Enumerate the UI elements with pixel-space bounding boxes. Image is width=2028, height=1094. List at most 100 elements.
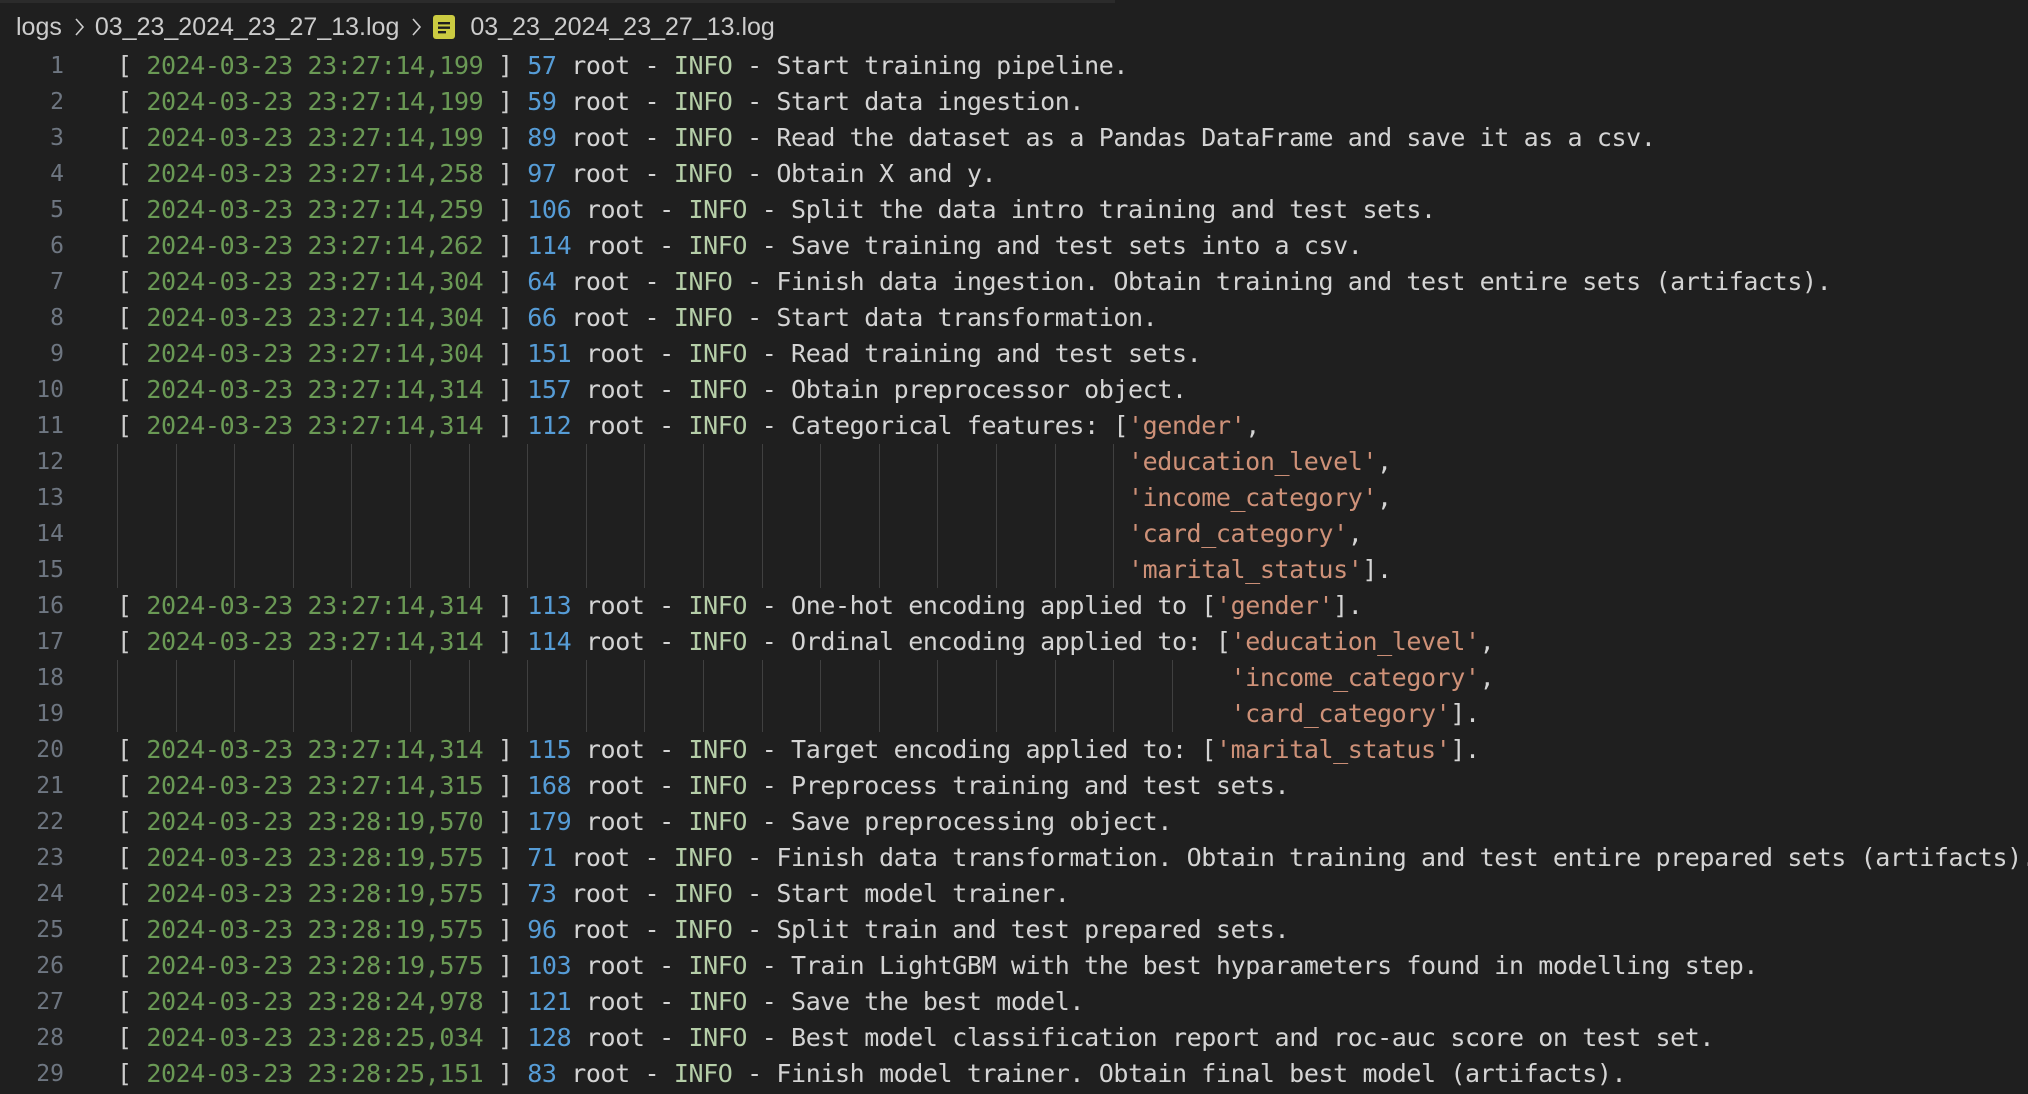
line-number: 10 [36, 377, 64, 403]
indent-guide [644, 660, 645, 732]
indent-guide [527, 444, 528, 588]
line-number: 26 [36, 953, 64, 979]
log-line[interactable]: 1 [ 2024-03-23 23:27:14,199 ] 57 root - I… [0, 48, 2028, 84]
log-line-ref: 115 [527, 735, 572, 764]
log-line[interactable]: 12 'education_level', [0, 444, 2028, 480]
log-line[interactable]: 29 [ 2024-03-23 23:28:25,151 ] 83 root - … [0, 1056, 2028, 1092]
log-message: Obtain preprocessor object. [791, 375, 1187, 404]
log-timestamp: 2024-03-23 23:27:14,262 [146, 231, 484, 260]
log-continuation: 'card_category', [1128, 516, 1363, 552]
log-timestamp: 2024-03-23 23:27:14,304 [146, 303, 484, 332]
log-level: INFO [673, 87, 733, 116]
log-level: INFO [688, 735, 748, 764]
log-timestamp: 2024-03-23 23:28:19,575 [146, 915, 484, 944]
bracket-close: ] [483, 339, 528, 368]
log-line[interactable]: 28 [ 2024-03-23 23:28:25,034 ] 128 root -… [0, 1020, 2028, 1056]
log-line[interactable]: 16 [ 2024-03-23 23:27:14,314 ] 113 root -… [0, 588, 2028, 624]
log-message: Finish model trainer. Obtain final best … [776, 1059, 1627, 1088]
log-line[interactable]: 13 'income_category', [0, 480, 2028, 516]
indent-guide [351, 660, 352, 732]
log-punct: , [1347, 519, 1363, 548]
log-line[interactable]: 21 [ 2024-03-23 23:27:14,315 ] 168 root -… [0, 768, 2028, 804]
log-line[interactable]: 24 [ 2024-03-23 23:28:19,575 ] 73 root - … [0, 876, 2028, 912]
separator-dash: - [659, 375, 689, 404]
log-punct: , [1377, 483, 1392, 512]
bracket-close: ] [483, 303, 528, 332]
log-line[interactable]: 6 [ 2024-03-23 23:27:14,262 ] 114 root - … [0, 228, 2028, 264]
log-line-ref: 57 [527, 51, 557, 80]
log-line[interactable]: 27 [ 2024-03-23 23:28:24,978 ] 121 root -… [0, 984, 2028, 1020]
log-level: INFO [688, 807, 748, 836]
log-logger: root [571, 1023, 660, 1052]
log-logger: root [571, 411, 660, 440]
log-message: Save the best model. [791, 987, 1085, 1016]
breadcrumb-file-segment[interactable]: 03_23_2024_23_27_13.log [95, 13, 399, 42]
indent-guide [762, 444, 763, 588]
line-number: 7 [50, 269, 64, 295]
bracket-open: [ [117, 411, 147, 440]
separator-dash: - [732, 303, 777, 332]
log-entry: [ 2024-03-23 23:28:19,575 ] 71 root - IN… [117, 840, 2028, 876]
log-line[interactable]: 18 'income_category', [0, 660, 2028, 696]
log-line-ref: 113 [527, 591, 572, 620]
log-logger: root [556, 1059, 645, 1088]
indent-guide [410, 660, 411, 732]
log-line[interactable]: 9 [ 2024-03-23 23:27:14,304 ] 151 root - … [0, 336, 2028, 372]
line-number: 28 [36, 1025, 64, 1051]
log-line[interactable]: 20 [ 2024-03-23 23:27:14,314 ] 115 root -… [0, 732, 2028, 768]
log-line[interactable]: 7 [ 2024-03-23 23:27:14,304 ] 64 root - I… [0, 264, 2028, 300]
log-entry: [ 2024-03-23 23:28:19,575 ] 103 root - I… [117, 948, 1758, 984]
log-line[interactable]: 2 [ 2024-03-23 23:27:14,199 ] 59 root - I… [0, 84, 2028, 120]
log-timestamp: 2024-03-23 23:27:14,314 [146, 375, 484, 404]
log-logger: root [571, 591, 660, 620]
log-line[interactable]: 15 'marital_status']. [0, 552, 2028, 588]
log-logger: root [571, 231, 660, 260]
bracket-open: [ [117, 195, 147, 224]
log-line[interactable]: 22 [ 2024-03-23 23:28:19,570 ] 179 root -… [0, 804, 2028, 840]
log-line[interactable]: 8 [ 2024-03-23 23:27:14,304 ] 66 root - I… [0, 300, 2028, 336]
log-string: 'gender' [1128, 411, 1246, 440]
breadcrumb-folder-logs[interactable]: logs [16, 13, 62, 42]
log-line-ref: 151 [527, 339, 572, 368]
log-line[interactable]: 17 [ 2024-03-23 23:27:14,314 ] 114 root -… [0, 624, 2028, 660]
log-logger: root [571, 627, 660, 656]
separator-dash: - [747, 231, 792, 260]
log-message: Start model trainer. [776, 879, 1070, 908]
log-level: INFO [673, 267, 733, 296]
log-line[interactable]: 4 [ 2024-03-23 23:27:14,258 ] 97 root - I… [0, 156, 2028, 192]
log-timestamp: 2024-03-23 23:27:14,199 [146, 87, 484, 116]
log-entry: [ 2024-03-23 23:28:24,978 ] 121 root - I… [117, 984, 1084, 1020]
log-line[interactable]: 3 [ 2024-03-23 23:27:14,199 ] 89 root - I… [0, 120, 2028, 156]
separator-dash: - [644, 915, 674, 944]
line-number: 19 [36, 701, 64, 727]
indent-guide [879, 444, 880, 588]
separator-dash: - [659, 411, 689, 440]
separator-dash: - [644, 843, 674, 872]
log-entry: [ 2024-03-23 23:27:14,199 ] 57 root - IN… [117, 48, 1128, 84]
separator-dash: - [659, 771, 689, 800]
log-logger: root [556, 879, 645, 908]
log-level: INFO [688, 1023, 748, 1052]
bracket-close: ] [483, 123, 528, 152]
log-line[interactable]: 5 [ 2024-03-23 23:27:14,259 ] 106 root - … [0, 192, 2028, 228]
bracket-close: ] [483, 591, 528, 620]
log-timestamp: 2024-03-23 23:27:14,259 [146, 195, 484, 224]
log-line[interactable]: 26 [ 2024-03-23 23:28:19,575 ] 103 root -… [0, 948, 2028, 984]
log-level: INFO [688, 627, 748, 656]
separator-dash: - [747, 339, 792, 368]
log-timestamp: 2024-03-23 23:28:19,575 [146, 879, 484, 908]
log-line[interactable]: 23 [ 2024-03-23 23:28:19,575 ] 71 root - … [0, 840, 2028, 876]
indent-guide [996, 444, 997, 588]
log-line[interactable]: 14 'card_category', [0, 516, 2028, 552]
line-number: 4 [50, 161, 64, 187]
log-line[interactable]: 19 'card_category']. [0, 696, 2028, 732]
breadcrumb-file-name[interactable]: 03_23_2024_23_27_13.log [470, 13, 774, 42]
indent-guide [820, 660, 821, 732]
log-level: INFO [673, 51, 733, 80]
log-line[interactable]: 25 [ 2024-03-23 23:28:19,575 ] 96 root - … [0, 912, 2028, 948]
log-line[interactable]: 10 [ 2024-03-23 23:27:14,314 ] 157 root -… [0, 372, 2028, 408]
indent-guide [293, 444, 294, 588]
log-line[interactable]: 11 [ 2024-03-23 23:27:14,314 ] 112 root -… [0, 408, 2028, 444]
log-entry: [ 2024-03-23 23:27:14,304 ] 66 root - IN… [117, 300, 1158, 336]
log-entry: [ 2024-03-23 23:28:25,151 ] 83 root - IN… [117, 1056, 1627, 1092]
